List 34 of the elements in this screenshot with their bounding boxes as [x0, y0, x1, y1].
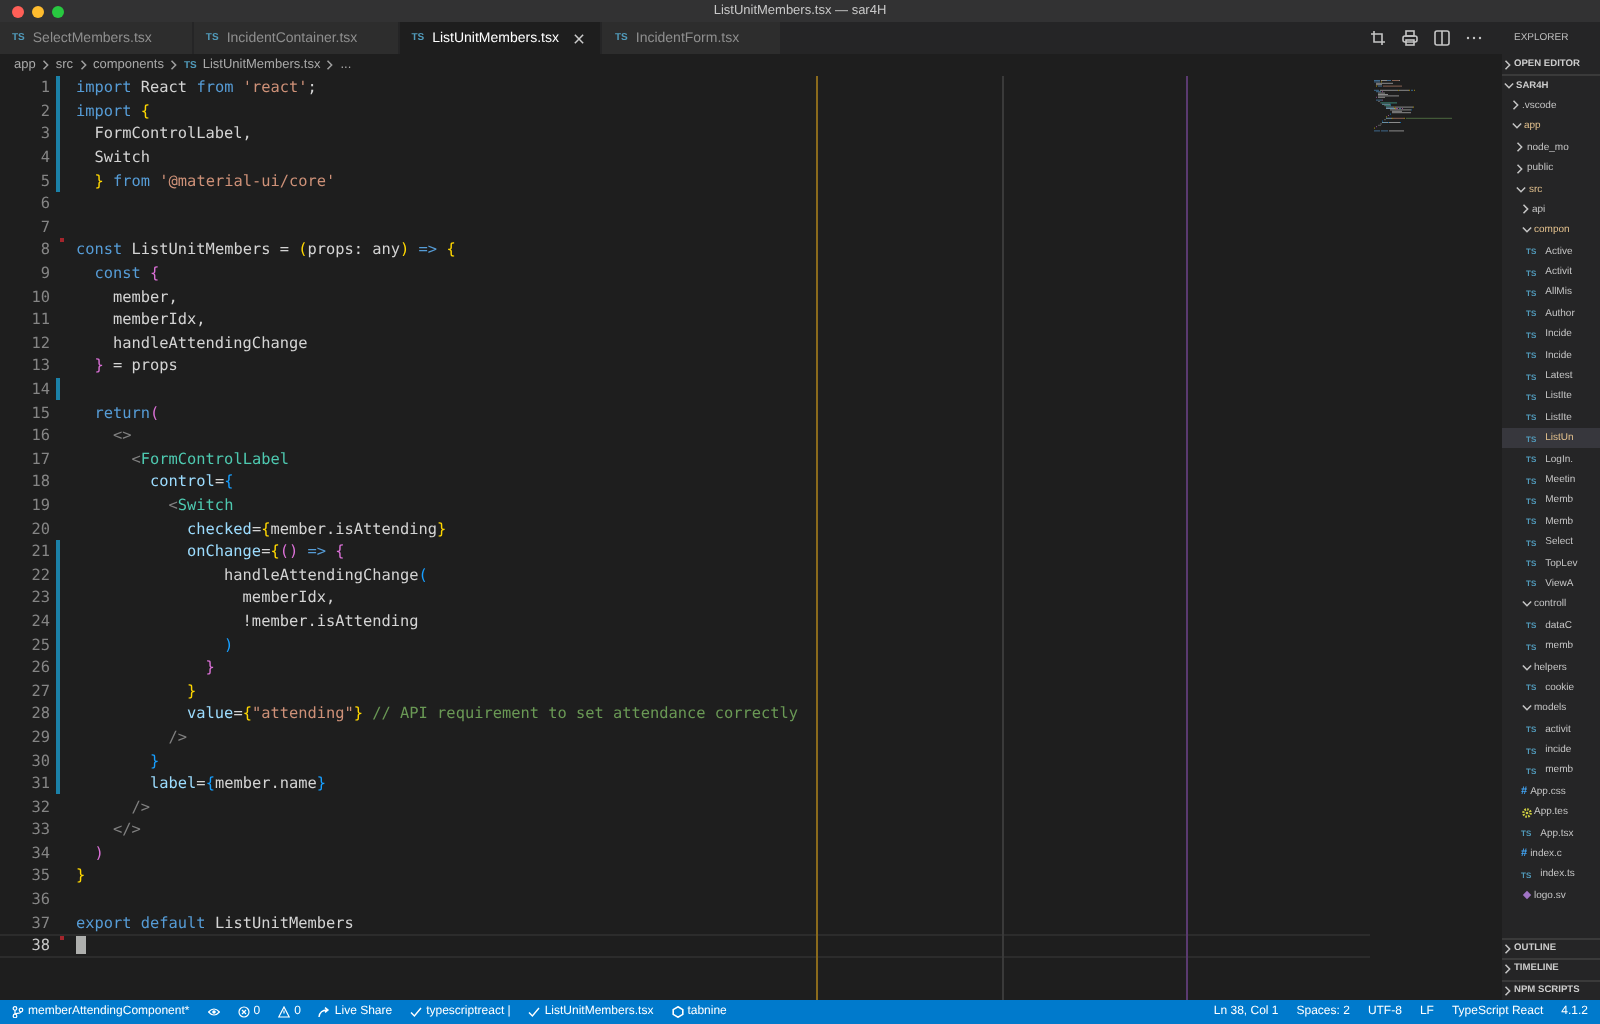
branch-icon	[12, 1006, 24, 1018]
minimap-drawing[interactable]	[1374, 80, 1458, 134]
error-icon	[237, 1006, 250, 1018]
chevron-right-icon	[1521, 204, 1529, 215]
close-button[interactable]	[12, 5, 24, 17]
chevron-down-icon	[1521, 704, 1531, 713]
image-file-icon	[1521, 890, 1531, 901]
status-item[interactable]	[207, 1006, 220, 1018]
chevron-down-icon	[1521, 226, 1531, 235]
chevron-down-icon	[1511, 122, 1521, 131]
text-cursor	[76, 936, 86, 955]
chevron-right-icon	[79, 60, 88, 70]
chevron-down-icon	[1521, 663, 1531, 672]
hexagon-icon	[671, 1006, 684, 1018]
split-editor-icon[interactable]	[1434, 30, 1450, 46]
check-icon	[528, 1006, 541, 1018]
share-icon	[318, 1006, 331, 1018]
chevron-right-icon	[1504, 59, 1512, 70]
check-icon	[410, 1006, 423, 1018]
crop-icon[interactable]	[1370, 30, 1386, 46]
chevron-down-icon	[1516, 185, 1526, 194]
printer-icon[interactable]	[1402, 30, 1418, 46]
chevron-right-icon	[41, 60, 50, 70]
eye-icon	[207, 1006, 220, 1018]
chevron-right-icon	[169, 60, 178, 70]
chevron-down-icon	[1521, 600, 1531, 609]
minimize-button[interactable]	[32, 5, 44, 17]
chevron-right-icon	[1511, 100, 1519, 111]
chevron-right-icon	[326, 60, 335, 70]
warning-icon	[278, 1006, 291, 1018]
zoom-button[interactable]	[52, 5, 64, 17]
gear-icon	[1521, 807, 1531, 818]
close-icon[interactable]	[574, 33, 585, 43]
chevron-down-icon	[1504, 82, 1514, 91]
